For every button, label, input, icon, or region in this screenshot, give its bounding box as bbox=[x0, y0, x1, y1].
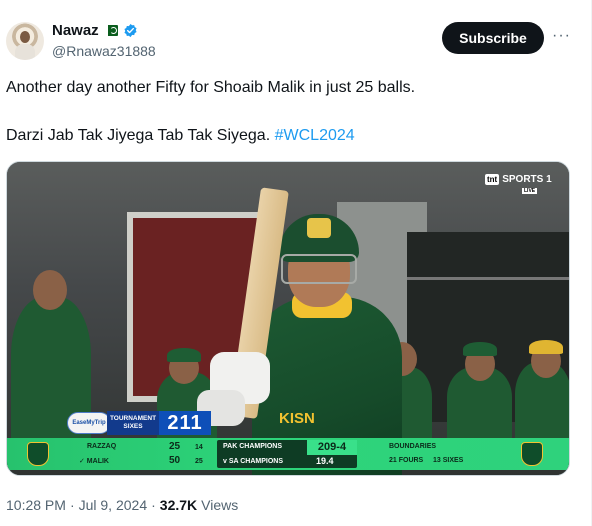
boundaries-label: BOUNDARIES bbox=[389, 443, 437, 450]
hashtag-link[interactable]: #WCL2024 bbox=[275, 127, 355, 144]
author-handle[interactable]: @Rnawaz31888 bbox=[52, 43, 156, 59]
overs: 19.4 bbox=[316, 456, 334, 466]
broadcaster-logo: tnt SPORTS 1 bbox=[485, 174, 552, 185]
tournament-sixes-count: 211 bbox=[159, 411, 211, 435]
kit-sponsor-text: KISN bbox=[279, 410, 315, 427]
batter-balls: 14 bbox=[195, 444, 203, 451]
author-row: Nawaz bbox=[52, 22, 138, 39]
tweet-text: Darzi Jab Tak Jiyega Tab Tak Siyega. bbox=[6, 127, 271, 144]
subscribe-button[interactable]: Subscribe bbox=[442, 22, 544, 54]
views-label: Views bbox=[201, 497, 239, 513]
batter-name: RAZZAQ bbox=[87, 443, 117, 450]
tournament-sixes-panel: EaseMyTrip TOURNAMENT SIXES 211 bbox=[67, 411, 227, 435]
batter-runs: 50 bbox=[169, 455, 181, 466]
tweet-meta: 10:28 PM · Jul 9, 2024 · 32.7K Views bbox=[6, 497, 239, 513]
sponsor-logo: EaseMyTrip bbox=[67, 412, 111, 434]
tweet-time[interactable]: 10:28 PM bbox=[6, 497, 66, 513]
team-name: PAK CHAMPIONS bbox=[223, 443, 282, 450]
tweet-date[interactable]: Jul 9, 2024 bbox=[79, 497, 148, 513]
batter-runs: 25 bbox=[169, 441, 181, 452]
author-name[interactable]: Nawaz bbox=[52, 22, 99, 39]
fours-count: 21 FOURS bbox=[389, 457, 424, 464]
batter-name: ✓ MALIK bbox=[79, 458, 109, 465]
tweet-text-line: Another day another Fifty for Shoaib Mal… bbox=[6, 79, 416, 96]
tnt-logo-icon: tnt bbox=[485, 174, 500, 185]
more-options-icon[interactable]: ··· bbox=[552, 28, 571, 44]
opponent-name: v SA CHAMPIONS bbox=[223, 458, 284, 465]
tweet-card: Nawaz @Rnawaz31888 Subscribe ··· Another… bbox=[0, 0, 592, 526]
sixes-count: 13 SIXES bbox=[433, 457, 464, 464]
avatar[interactable] bbox=[6, 22, 44, 60]
team-logo-icon bbox=[27, 442, 49, 466]
team-logo-icon bbox=[521, 442, 543, 466]
team-score: 209-4 bbox=[307, 440, 357, 455]
tweet-image[interactable]: KISN tnt SPORTS 1 LIVE EaseMyTrip TOURNA… bbox=[6, 161, 570, 476]
live-tag: LIVE bbox=[522, 188, 538, 194]
tweet-text-line: Darzi Jab Tak Jiyega Tab Tak Siyega. #WC… bbox=[6, 126, 355, 146]
pakistan-flag-icon bbox=[103, 25, 118, 36]
batter-balls: 25 bbox=[195, 458, 203, 465]
views-count: 32.7K bbox=[159, 497, 198, 513]
verified-badge-icon bbox=[124, 23, 137, 38]
